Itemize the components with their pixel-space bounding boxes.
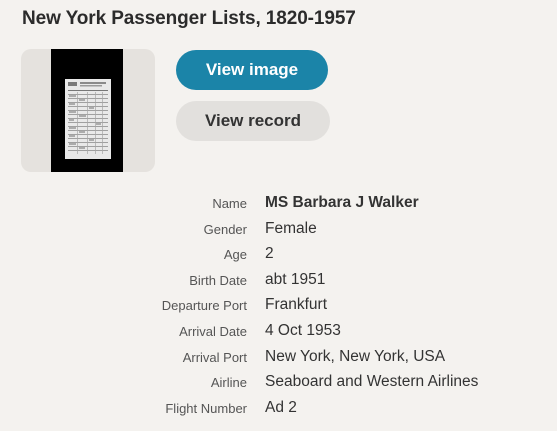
view-record-button[interactable]: View record [176, 101, 330, 141]
detail-row-airline: Airline Seaboard and Western Airlines [0, 371, 557, 397]
detail-row-arrival-date: Arrival Date 4 Oct 1953 [0, 320, 557, 346]
detail-value: Seaboard and Western Airlines [265, 373, 479, 391]
record-image-thumbnail[interactable] [21, 49, 155, 172]
detail-label: Airline [210, 375, 247, 391]
detail-value: New York, New York, USA [265, 347, 446, 365]
detail-row-departure-port: Departure Port Frankfurt [0, 294, 557, 320]
record-details: Name MS Barbara J Walker Gender Female A… [0, 192, 557, 422]
document-scan-image [65, 79, 111, 159]
detail-value: MS Barbara J Walker [265, 194, 419, 211]
detail-value: abt 1951 [265, 270, 326, 288]
detail-label: Departure Port [161, 298, 247, 314]
thumbnail-frame [51, 49, 123, 172]
page-title: New York Passenger Lists, 1820-1957 [22, 8, 356, 29]
detail-label: Name [212, 196, 247, 211]
detail-row-arrival-port: Arrival Port New York, New York, USA [0, 346, 557, 372]
detail-row-gender: Gender Female [0, 218, 557, 244]
detail-value: Female [265, 219, 317, 237]
detail-row-birth-date: Birth Date abt 1951 [0, 269, 557, 295]
detail-row-age: Age 2 [0, 243, 557, 269]
detail-label: Arrival Date [179, 323, 247, 339]
detail-row-flight-number: Flight Number Ad 2 [0, 397, 557, 423]
detail-label: Flight Number [165, 400, 247, 416]
detail-value: 4 Oct 1953 [265, 321, 341, 339]
detail-label: Birth Date [189, 272, 247, 288]
detail-label: Gender [203, 221, 247, 237]
detail-value: 2 [265, 245, 274, 263]
detail-label: Age [223, 247, 247, 263]
detail-value: Frankfurt [265, 296, 328, 314]
detail-value: Ad 2 [265, 398, 297, 416]
detail-label: Arrival Port [182, 349, 247, 365]
view-image-button[interactable]: View image [176, 50, 328, 90]
detail-row-name: Name MS Barbara J Walker [0, 192, 557, 218]
